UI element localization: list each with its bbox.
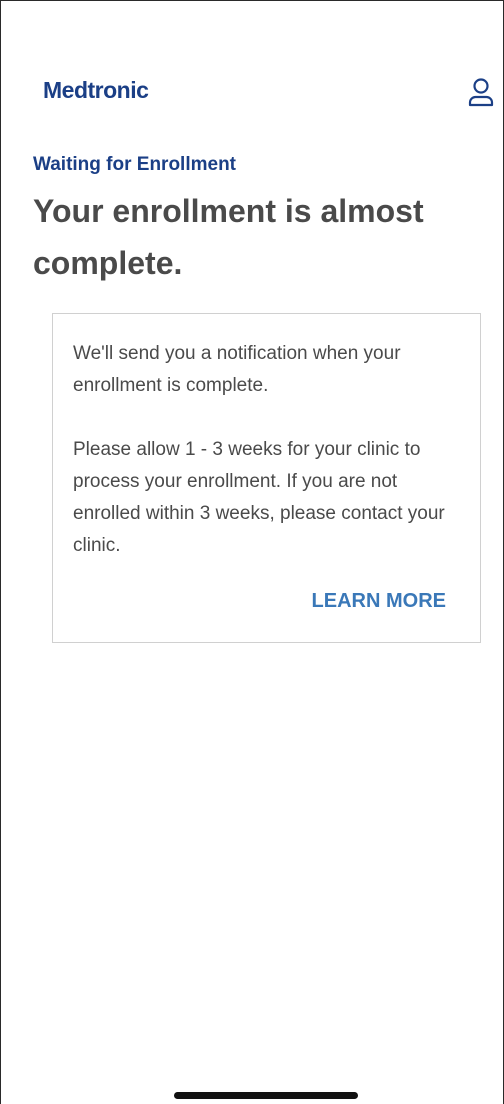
page-title: Your enrollment is almost complete. [33, 193, 424, 281]
processing-time-message: Please allow 1 - 3 weeks for your clinic… [73, 439, 445, 556]
enrollment-status-label: Waiting for Enrollment [33, 154, 237, 175]
notification-message: We'll send you a notification when your … [73, 343, 401, 396]
app-header: Medtronic [1, 71, 503, 115]
learn-more-link[interactable]: LEARN MORE [312, 590, 446, 613]
user-profile-button[interactable] [465, 75, 497, 109]
app-screen: Medtronic Waiting for Enrollment Your en… [0, 0, 504, 1104]
home-indicator-bar[interactable] [174, 1092, 358, 1099]
user-profile-icon [468, 78, 494, 107]
enrollment-info-card: We'll send you a notification when your … [52, 313, 481, 643]
medtronic-logo: Medtronic [43, 77, 149, 103]
